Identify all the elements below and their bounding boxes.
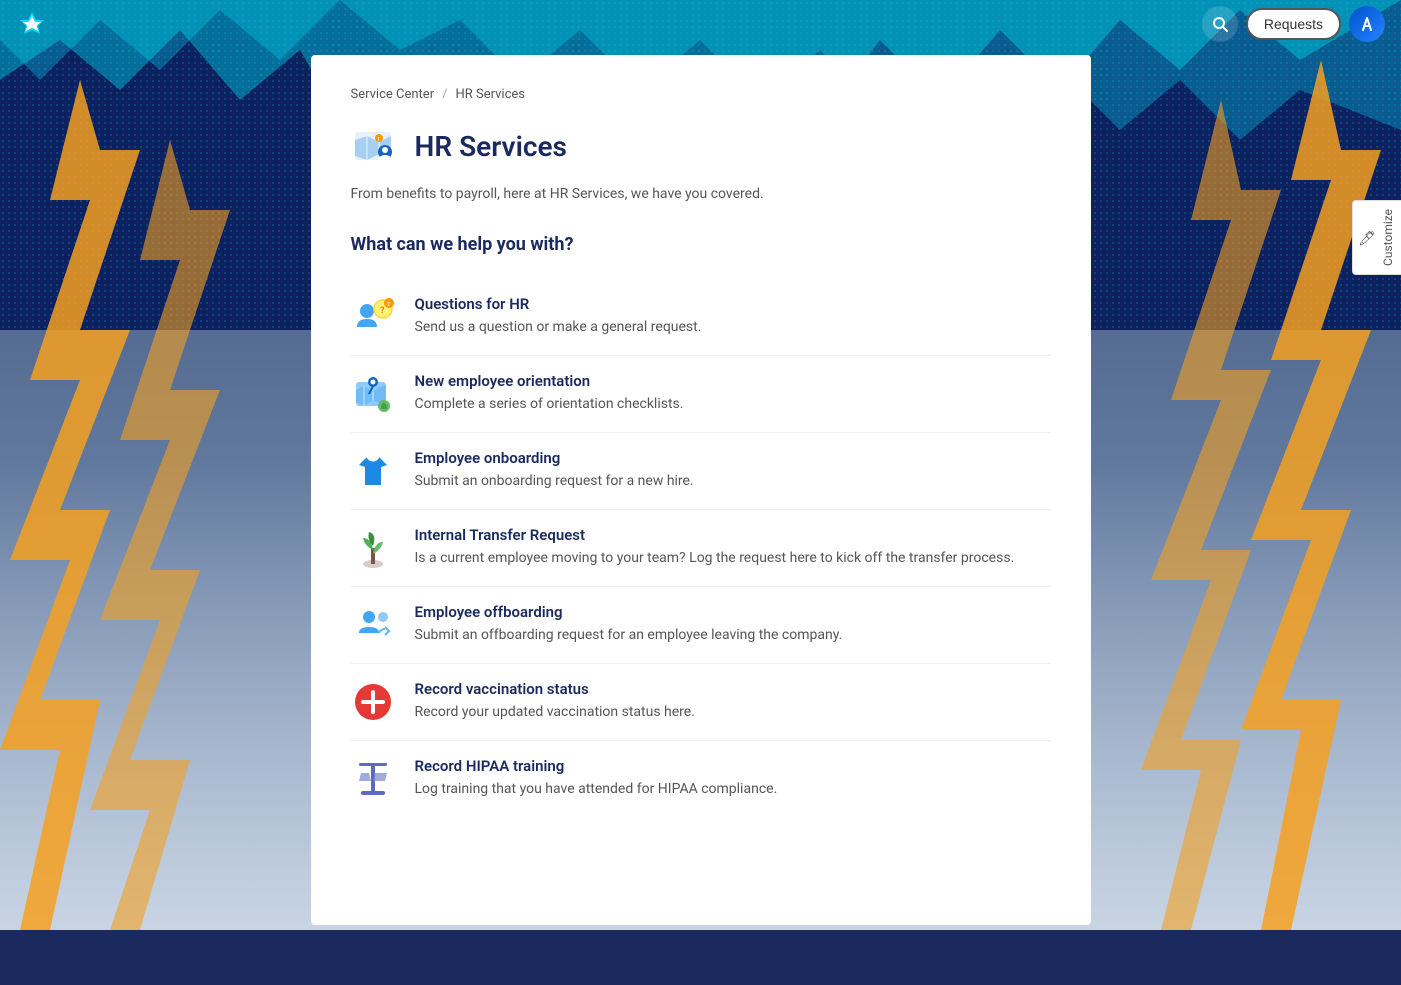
- customize-sidebar[interactable]: Customize 🖊: [1352, 200, 1401, 275]
- service-item-orientation[interactable]: New employee orientation Complete a seri…: [351, 356, 1051, 433]
- user-avatar[interactable]: [1349, 6, 1385, 42]
- top-navigation: Requests: [0, 0, 1401, 48]
- lightning-right: [1061, 0, 1401, 930]
- orientation-content: New employee orientation Complete a seri…: [415, 372, 1051, 415]
- breadcrumb: Service Center / HR Services: [351, 87, 1051, 102]
- page-header: ! HR Services: [351, 122, 1051, 170]
- breadcrumb-service-center[interactable]: Service Center: [351, 87, 435, 102]
- lightning-left: [0, 0, 280, 930]
- service-item-vaccination[interactable]: Record vaccination status Record your up…: [351, 664, 1051, 741]
- vaccination-icon: [351, 680, 395, 724]
- service-item-offboarding[interactable]: Employee offboarding Submit an offboardi…: [351, 587, 1051, 664]
- breadcrumb-current: HR Services: [455, 87, 525, 102]
- service-item-questions-hr[interactable]: ? 2 Questions for HR Send us a question …: [351, 279, 1051, 356]
- hipaa-content: Record HIPAA training Log training that …: [415, 757, 1051, 800]
- transfer-content: Internal Transfer Request Is a current e…: [415, 526, 1051, 569]
- requests-button[interactable]: Requests: [1246, 8, 1341, 40]
- transfer-icon: [351, 526, 395, 570]
- questions-hr-title: Questions for HR: [415, 295, 1051, 313]
- offboarding-icon: [351, 603, 395, 647]
- orientation-title: New employee orientation: [415, 372, 1051, 390]
- service-item-hipaa[interactable]: Record HIPAA training Log training that …: [351, 741, 1051, 817]
- service-item-onboarding[interactable]: Employee onboarding Submit an onboarding…: [351, 433, 1051, 510]
- onboarding-icon: [351, 449, 395, 493]
- breadcrumb-separator: /: [442, 87, 447, 102]
- vaccination-desc: Record your updated vaccination status h…: [415, 702, 1051, 723]
- svg-text:?: ?: [380, 306, 385, 316]
- main-content-panel: Service Center / HR Services ! HR Servic…: [311, 55, 1091, 925]
- service-item-transfer[interactable]: Internal Transfer Request Is a current e…: [351, 510, 1051, 587]
- hipaa-desc: Log training that you have attended for …: [415, 779, 1051, 800]
- transfer-desc: Is a current employee moving to your tea…: [415, 548, 1051, 569]
- hipaa-title: Record HIPAA training: [415, 757, 1051, 775]
- orientation-icon: [351, 372, 395, 416]
- offboarding-content: Employee offboarding Submit an offboardi…: [415, 603, 1051, 646]
- nav-right: Requests: [1202, 6, 1385, 42]
- onboarding-content: Employee onboarding Submit an onboarding…: [415, 449, 1051, 492]
- page-description: From benefits to payroll, here at HR Ser…: [351, 186, 1051, 202]
- svg-text:2: 2: [387, 302, 390, 308]
- page-icon: !: [351, 122, 399, 170]
- orientation-desc: Complete a series of orientation checkli…: [415, 394, 1051, 415]
- onboarding-title: Employee onboarding: [415, 449, 1051, 467]
- page-title: HR Services: [415, 130, 567, 163]
- vaccination-title: Record vaccination status: [415, 680, 1051, 698]
- vaccination-content: Record vaccination status Record your up…: [415, 680, 1051, 723]
- transfer-title: Internal Transfer Request: [415, 526, 1051, 544]
- section-title: What can we help you with?: [351, 234, 1051, 255]
- offboarding-desc: Submit an offboarding request for an emp…: [415, 625, 1051, 646]
- hipaa-icon: [351, 757, 395, 801]
- customize-label: Customize: [1381, 209, 1395, 266]
- app-logo[interactable]: [16, 8, 48, 40]
- customize-icon: 🖊: [1359, 229, 1375, 247]
- questions-hr-desc: Send us a question or make a general req…: [415, 317, 1051, 338]
- nav-left: [16, 8, 48, 40]
- questions-hr-icon: ? 2: [351, 295, 395, 339]
- questions-hr-content: Questions for HR Send us a question or m…: [415, 295, 1051, 338]
- offboarding-title: Employee offboarding: [415, 603, 1051, 621]
- onboarding-desc: Submit an onboarding request for a new h…: [415, 471, 1051, 492]
- services-list: ? 2 Questions for HR Send us a question …: [351, 279, 1051, 817]
- search-button[interactable]: [1202, 6, 1238, 42]
